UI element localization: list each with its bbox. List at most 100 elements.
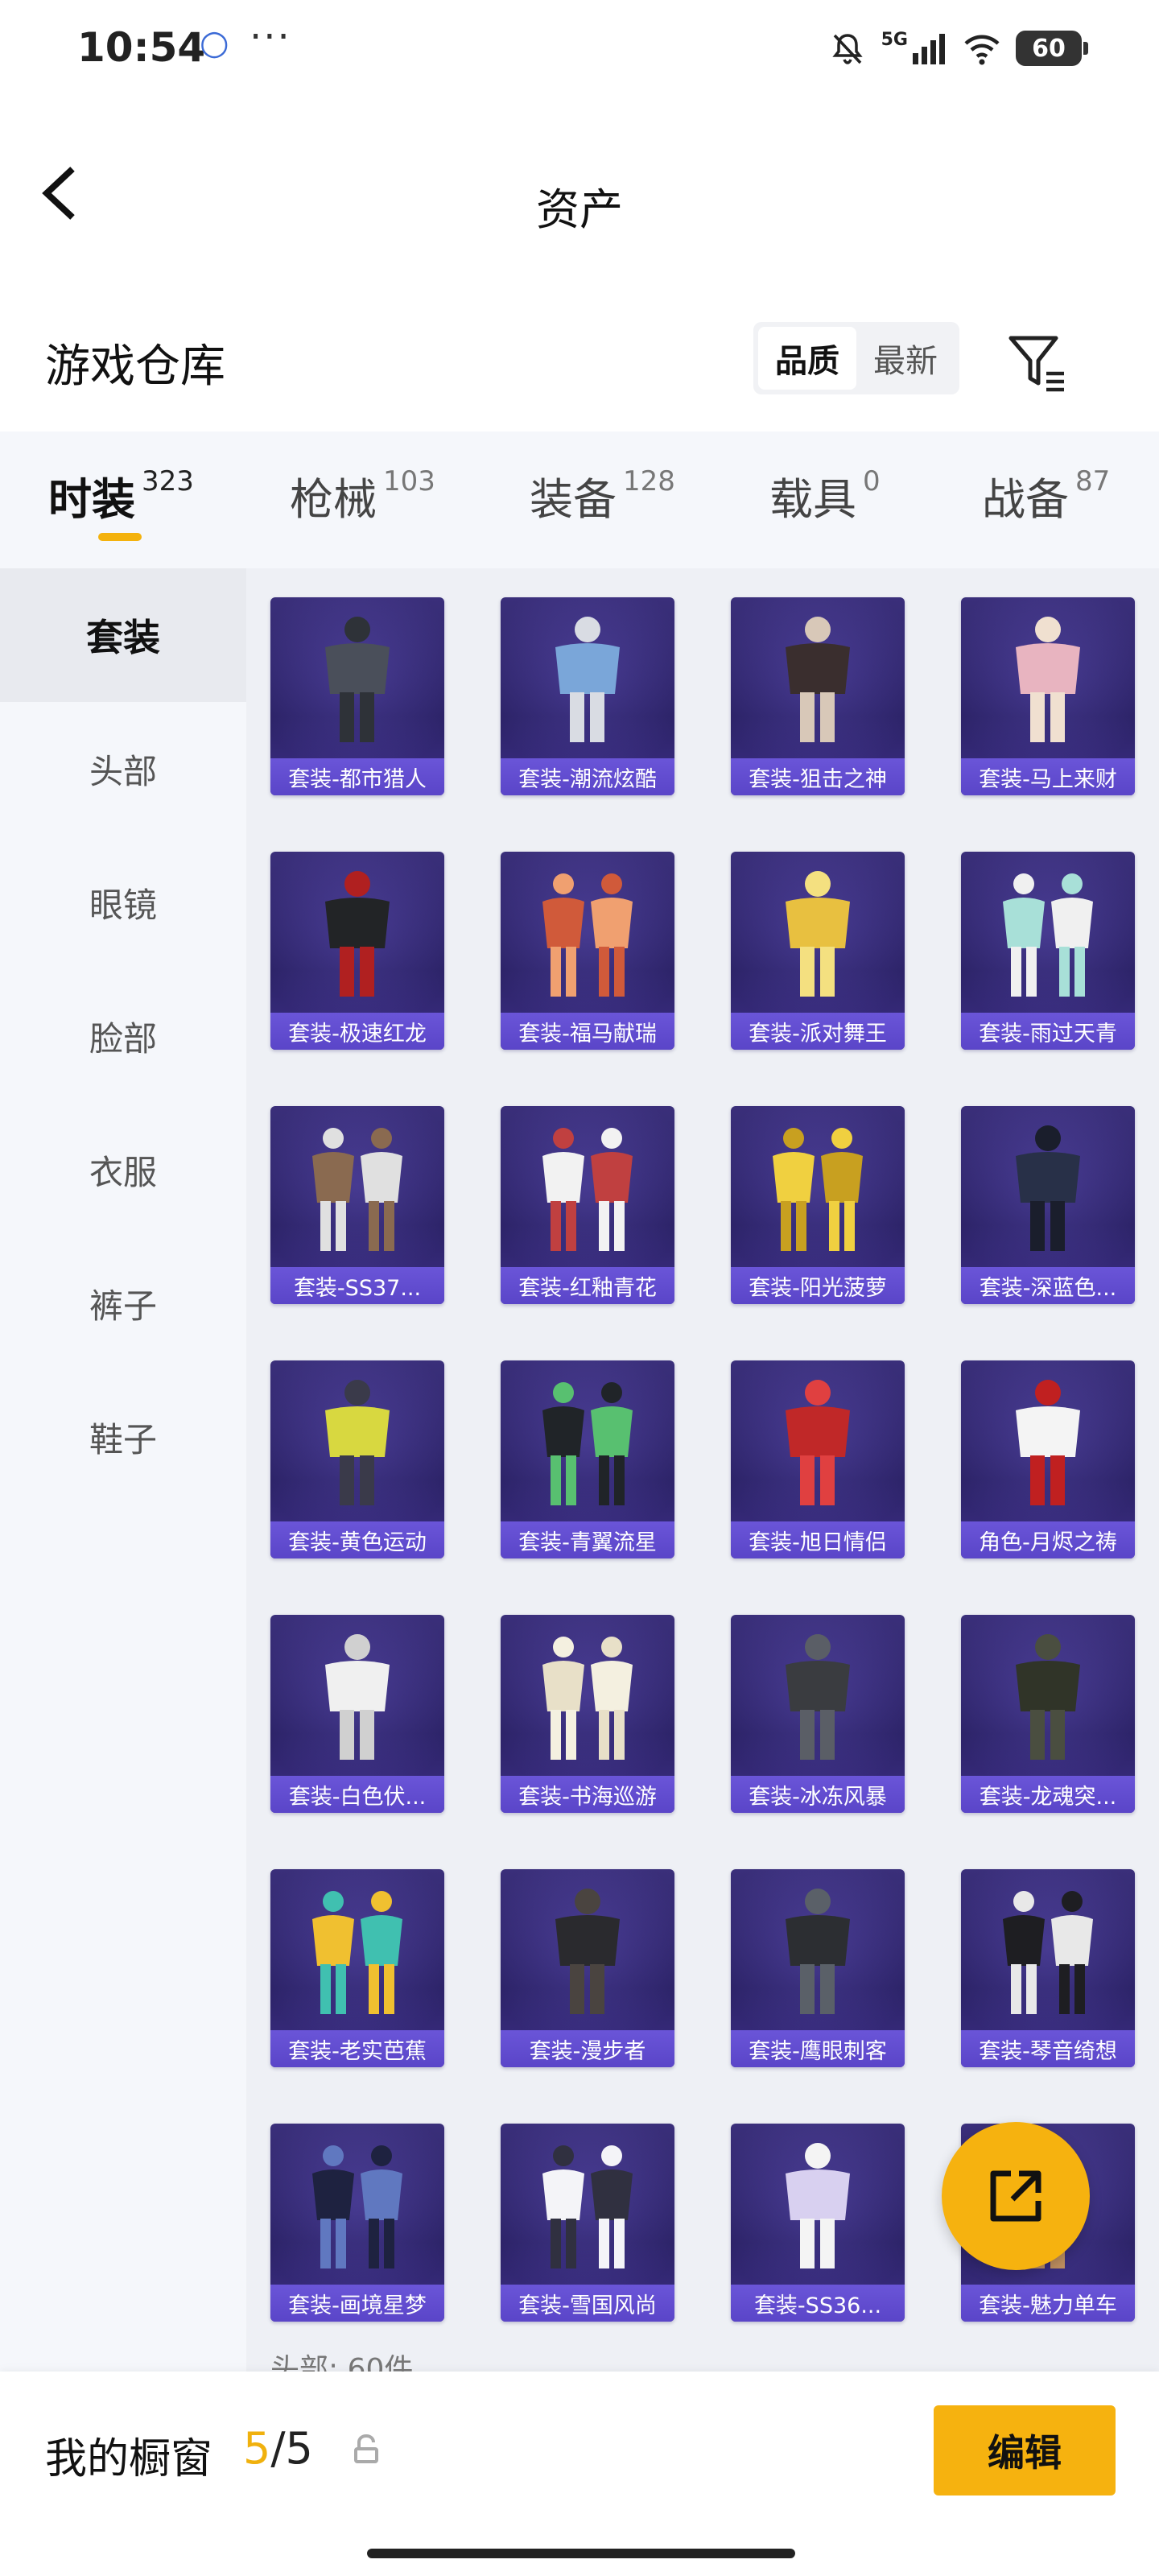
item-card[interactable]: 套装-派对舞王 <box>731 852 905 1050</box>
outfit-white-hoodie-icon <box>325 1634 390 1760</box>
showcase-label: 我的橱窗 <box>45 2435 213 2483</box>
network-label: 5G <box>881 29 908 50</box>
page-title: 资产 <box>536 184 623 235</box>
item-card[interactable]: 套装-都市猎人 <box>270 597 444 795</box>
item-card[interactable]: 套装-白色伏... <box>270 1615 444 1813</box>
item-card[interactable]: 套装-狙击之神 <box>731 597 905 795</box>
item-card[interactable]: 套装-龙魂突... <box>961 1615 1135 1813</box>
sort-newest-option[interactable]: 最新 <box>856 327 955 390</box>
item-card[interactable]: 套装-鹰眼刺客 <box>731 1869 905 2067</box>
tab-count: 0 <box>863 465 881 497</box>
sidebar-item-head[interactable]: 头部 <box>0 702 246 836</box>
item-card-label: 套装-潮流炫酷 <box>501 758 674 795</box>
outfit-grey-assassin-icon <box>786 1889 850 2014</box>
item-card-label: 套装-黄色运动 <box>270 1521 444 1558</box>
item-card[interactable]: 套装-潮流炫酷 <box>501 597 674 795</box>
tab-fashion[interactable]: 时装 323 <box>48 464 194 527</box>
item-card-label: 套装-红釉青花 <box>501 1267 674 1304</box>
showcase-current: 5 <box>243 2423 271 2474</box>
item-card[interactable]: 套装-雪国风尚 <box>501 2124 674 2322</box>
outfit-black-racer-icon <box>325 871 390 997</box>
item-card-label: 套装-都市猎人 <box>270 758 444 795</box>
item-card-label: 套装-白色伏... <box>270 1776 444 1813</box>
item-card-label: 套装-雪国风尚 <box>501 2285 674 2322</box>
item-card-label: 套装-SS37... <box>270 1267 444 1304</box>
outfit-grey-tactical-icon <box>786 1634 850 1760</box>
item-card[interactable]: 套装-青翼流星 <box>501 1360 674 1558</box>
edit-button[interactable]: 编辑 <box>934 2405 1116 2496</box>
tab-firearms[interactable]: 枪械 103 <box>290 464 435 527</box>
character-white-dress-icon <box>1016 1380 1080 1505</box>
item-card[interactable]: 套装-雨过天青 <box>961 852 1135 1050</box>
item-card[interactable]: 套装-福马献瑞 <box>501 852 674 1050</box>
item-card-label: 套装-老实芭蕉 <box>270 2030 444 2067</box>
item-card[interactable]: 套装-旭日情侣 <box>731 1360 905 1558</box>
category-tabs: 时装 323 枪械 103 装备 128 载具 0 战备 87 <box>0 431 1159 568</box>
item-card[interactable]: 套装-冰冻风暴 <box>731 1615 905 1813</box>
filter-icon[interactable] <box>1006 332 1070 396</box>
outfit-blue-jacket-icon <box>555 617 620 742</box>
lock-icon <box>354 2434 378 2463</box>
item-card[interactable]: 套装-红釉青花 <box>501 1106 674 1304</box>
tab-label: 时装 <box>48 474 135 525</box>
status-time: 10:54 <box>77 24 206 71</box>
outfit-dark-armor-icon <box>325 617 390 742</box>
item-grid: 套装-都市猎人 套装-潮流炫酷 套装-狙击之神 套装-马上来财套装-极速红龙 套装-福马… <box>270 597 1135 2322</box>
item-card-label: 套装-福马献瑞 <box>501 1013 674 1050</box>
outfit-mint-pair-icon <box>1003 873 1093 997</box>
item-card[interactable]: 套装-书海巡游 <box>501 1615 674 1813</box>
tab-supplies[interactable]: 战备 87 <box>982 464 1110 527</box>
tab-label: 载具 <box>769 474 856 525</box>
active-tab-indicator <box>98 533 142 541</box>
item-card-label: 套装-漫步者 <box>501 2030 674 2067</box>
outfit-green-pair-icon <box>542 1382 633 1505</box>
sidebar-item-pants[interactable]: 裤子 <box>0 1236 246 1370</box>
item-card[interactable]: 套装-画境星梦 <box>270 2124 444 2322</box>
outfit-navy-pair-icon <box>312 2145 402 2268</box>
sort-quality-option[interactable]: 品质 <box>758 327 856 390</box>
item-card[interactable]: 角色-月烬之祷 <box>961 1360 1135 1558</box>
item-card-label: 套装-深蓝色... <box>961 1267 1135 1304</box>
outfit-white-pair-icon <box>542 1128 633 1251</box>
item-card[interactable]: 套装-深蓝色... <box>961 1106 1135 1304</box>
tab-label: 枪械 <box>290 474 377 525</box>
item-card[interactable]: 套装-SS37... <box>270 1106 444 1304</box>
item-card[interactable]: 套装-老实芭蕉 <box>270 1869 444 2067</box>
item-card-label: 套装-魅力单车 <box>961 2285 1135 2322</box>
outfit-yellow-sport-icon <box>325 1380 390 1505</box>
item-card-label: 套装-冰冻风暴 <box>731 1776 905 1813</box>
item-card[interactable]: 套装-极速红龙 <box>270 852 444 1050</box>
status-bar: 10:54 ○ ··· 5G 60 <box>0 0 1159 97</box>
share-button[interactable] <box>942 2122 1090 2270</box>
share-external-icon <box>990 2170 1041 2222</box>
outfit-yellow-pineapple-icon <box>773 1128 863 1251</box>
sidebar-item-clothes[interactable]: 衣服 <box>0 1103 246 1236</box>
item-card[interactable]: 套装-琴音绮想 <box>961 1869 1135 2067</box>
item-card-label: 套装-琴音绮想 <box>961 2030 1135 2067</box>
tab-label: 装备 <box>530 474 617 525</box>
outfit-red-hoodie-icon <box>786 1380 850 1505</box>
wifi-icon <box>964 35 1000 65</box>
bottom-bar: 我的橱窗 5/5 编辑 <box>0 2372 1159 2576</box>
status-icons: 5G 60 <box>828 26 1088 71</box>
tab-vehicles[interactable]: 载具 0 <box>769 464 881 527</box>
tab-label: 战备 <box>982 474 1069 525</box>
sort-toggle: 品质 最新 <box>753 322 959 394</box>
item-card[interactable]: 套装-漫步者 <box>501 1869 674 2067</box>
item-card-label: 套装-雨过天青 <box>961 1013 1135 1050</box>
tab-equipment[interactable]: 装备 128 <box>530 464 675 527</box>
item-card[interactable]: 套装-阳光菠萝 <box>731 1106 905 1304</box>
signal-icon <box>913 34 945 64</box>
sidebar-item-face[interactable]: 脸部 <box>0 969 246 1103</box>
sidebar-item-glasses[interactable]: 眼镜 <box>0 836 246 969</box>
sidebar-item-suits[interactable]: 套装 <box>0 568 246 702</box>
item-card[interactable]: 套装-黄色运动 <box>270 1360 444 1558</box>
tab-count: 128 <box>623 465 675 497</box>
sidebar-item-shoes[interactable]: 鞋子 <box>0 1370 246 1504</box>
outfit-dark-figure-icon <box>786 617 850 742</box>
tab-count: 323 <box>142 465 194 497</box>
grid-footnote: 头部: 60件 <box>270 2353 414 2372</box>
item-card[interactable]: 套装-SS36... <box>731 2124 905 2322</box>
outfit-lavender-set-icon <box>786 2143 850 2268</box>
item-card[interactable]: 套装-马上来财 <box>961 597 1135 795</box>
